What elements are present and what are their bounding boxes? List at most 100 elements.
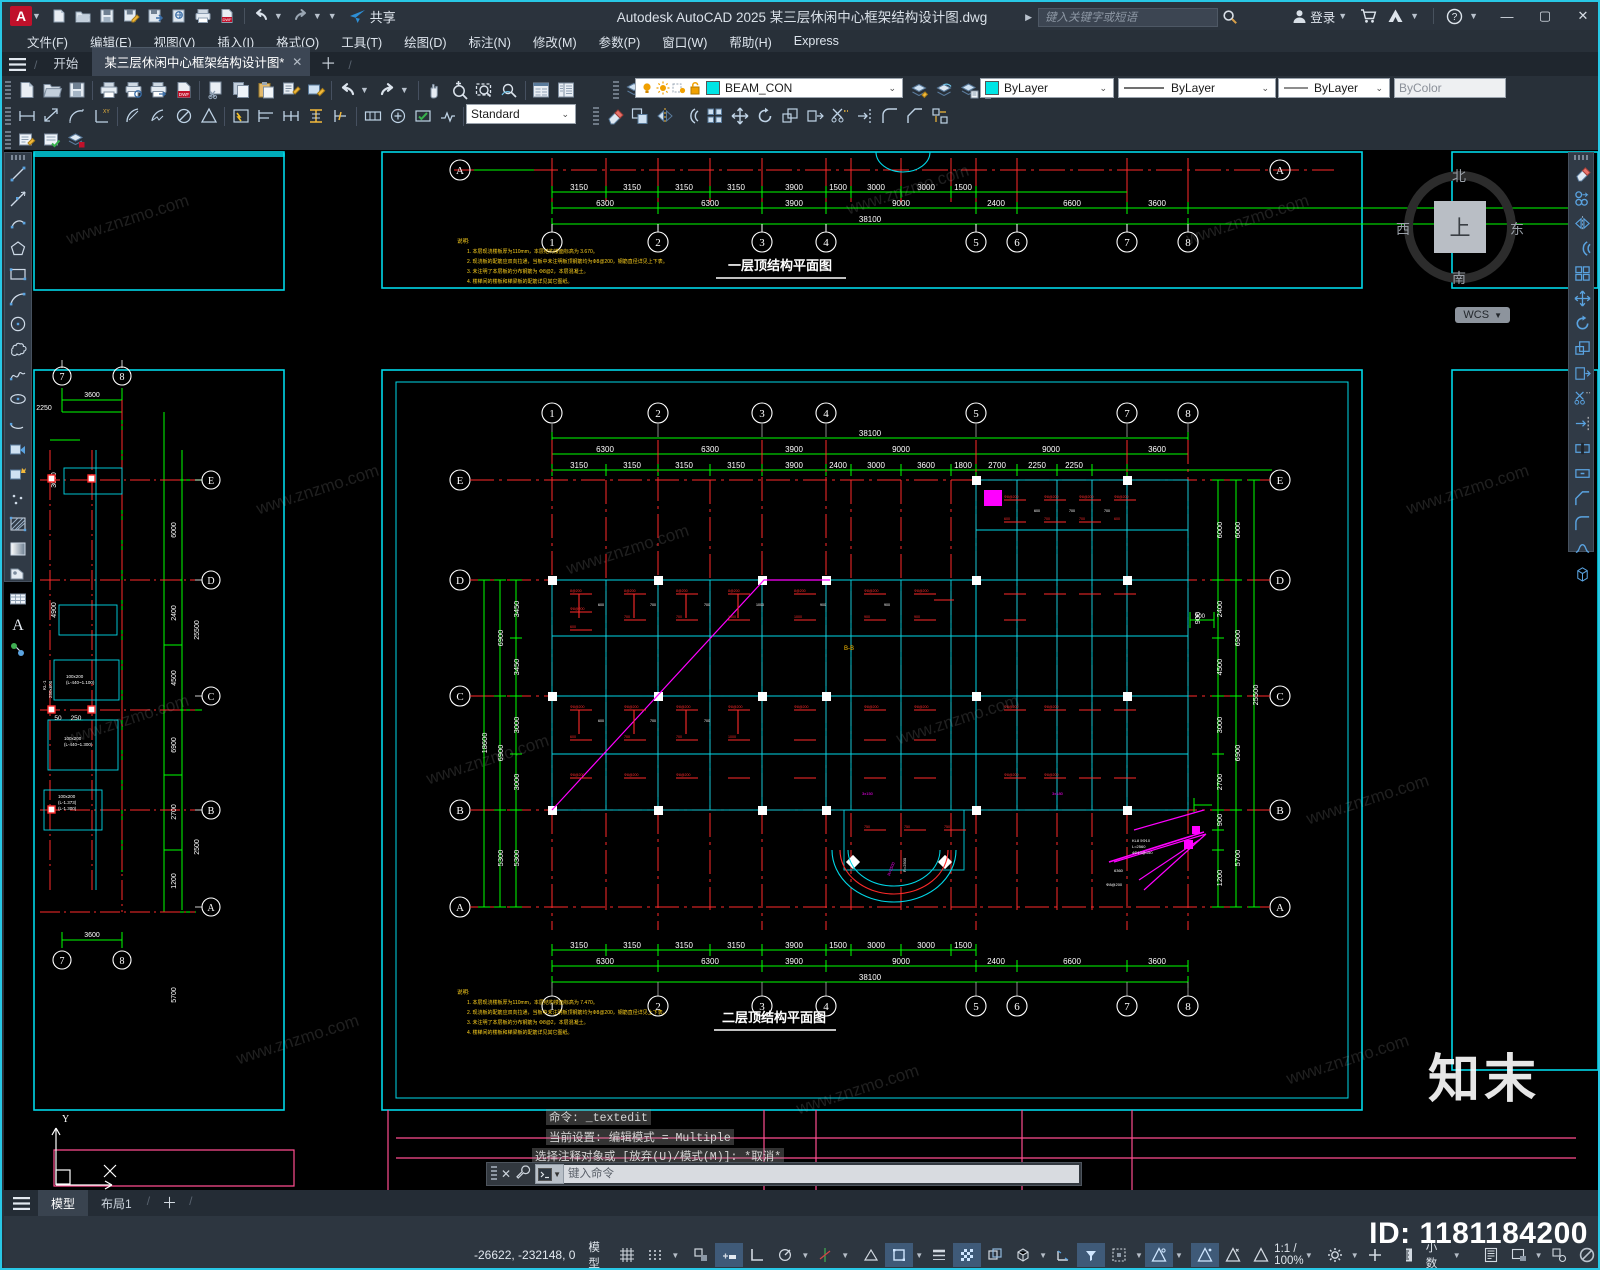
array-icon[interactable] xyxy=(1569,261,1595,286)
color-control-combo[interactable]: ByLayer ⌄ xyxy=(980,78,1114,98)
tolerance-icon[interactable] xyxy=(360,104,385,128)
layer-control-combo[interactable]: BEAM_CON ⌄ xyxy=(635,78,903,98)
new-tab-button[interactable]: ＋ xyxy=(310,50,346,76)
quick-dimension-icon[interactable] xyxy=(228,104,253,128)
rectangle-icon[interactable] xyxy=(5,261,31,286)
chamfer-icon[interactable] xyxy=(1569,486,1595,511)
account-chevron-icon[interactable]: ▼ xyxy=(1338,11,1347,21)
view-cube-west-label[interactable]: 西 xyxy=(1396,219,1410,239)
redo-icon[interactable] xyxy=(290,5,312,27)
undo-icon[interactable] xyxy=(335,78,360,102)
offset-icon[interactable] xyxy=(1569,236,1595,261)
line-icon[interactable] xyxy=(5,161,31,186)
redo-chevron-icon[interactable]: ▼ xyxy=(313,11,322,21)
snap-chevron-icon[interactable]: ▼ xyxy=(669,1251,681,1260)
annotation-chevron-icon[interactable]: ▼ xyxy=(1173,1251,1185,1260)
menu-modify[interactable]: 修改(M) xyxy=(522,30,588,53)
cart-icon[interactable] xyxy=(1357,5,1379,27)
space-indicator[interactable]: 模型 xyxy=(585,1242,613,1268)
search-input[interactable]: 键入关键字或短语 xyxy=(1038,7,1218,27)
undo-icon[interactable] xyxy=(251,5,273,27)
open-from-web-icon[interactable] xyxy=(168,5,190,27)
wrench-icon[interactable] xyxy=(516,1164,531,1184)
pan-icon[interactable] xyxy=(422,78,447,102)
dimjogline-icon[interactable] xyxy=(435,104,460,128)
dimdiameter-icon[interactable] xyxy=(171,104,196,128)
modify-toolbar-grip[interactable] xyxy=(593,107,599,125)
text-fit-icon[interactable] xyxy=(39,128,64,152)
dimbaseline-icon[interactable] xyxy=(253,104,278,128)
offset-icon[interactable] xyxy=(677,104,702,128)
view-cube[interactable]: 上 北 南 西 东 xyxy=(1396,166,1524,287)
cut-icon[interactable] xyxy=(203,78,228,102)
isolate-chevron-icon[interactable]: ▼ xyxy=(1533,1251,1545,1260)
make-object-layer-current-icon[interactable] xyxy=(907,78,932,102)
copy-icon[interactable] xyxy=(1569,186,1595,211)
dimspace-icon[interactable] xyxy=(303,104,328,128)
menu-draw[interactable]: 绘图(D) xyxy=(393,30,457,53)
dimangular-icon[interactable] xyxy=(196,104,221,128)
revision-cloud-icon[interactable] xyxy=(5,336,31,361)
ellipse-arc-icon[interactable] xyxy=(5,411,31,436)
iso-chevron-icon[interactable]: ▼ xyxy=(839,1251,851,1260)
table-icon[interactable] xyxy=(5,586,31,611)
explode-icon[interactable] xyxy=(1569,561,1595,586)
chevron-down-icon[interactable]: ⌄ xyxy=(559,109,571,120)
blend-curves-icon[interactable] xyxy=(1569,536,1595,561)
annotation-monitor-toggle[interactable] xyxy=(1247,1243,1275,1267)
help-icon[interactable]: ? xyxy=(1443,5,1465,27)
dynamic-ucs-toggle[interactable] xyxy=(1049,1243,1077,1267)
rotate-icon[interactable] xyxy=(752,104,777,128)
extend-icon[interactable] xyxy=(852,104,877,128)
chevron-down-icon[interactable]: ⌄ xyxy=(1259,83,1271,94)
dimarc-icon[interactable] xyxy=(64,104,89,128)
qnew-icon[interactable] xyxy=(14,78,39,102)
chevron-down-icon[interactable]: ⌄ xyxy=(1097,83,1109,94)
menu-parametric[interactable]: 参数(P) xyxy=(588,30,652,53)
save-as-icon[interactable] xyxy=(120,5,142,27)
mirror-icon[interactable] xyxy=(1569,211,1595,236)
view-cube-top-face[interactable]: 上 xyxy=(1434,201,1486,253)
new-layout-button[interactable]: ＋ xyxy=(152,1192,187,1215)
osnap-chevron-icon[interactable]: ▼ xyxy=(913,1251,925,1260)
text-edit-icon[interactable] xyxy=(14,128,39,152)
selection-cycling-toggle[interactable] xyxy=(981,1243,1009,1267)
new-file-icon[interactable] xyxy=(48,5,70,27)
break-icon[interactable] xyxy=(1569,436,1595,461)
share-button[interactable]: 共享 xyxy=(349,7,396,26)
chevron-down-icon[interactable]: ▼ xyxy=(553,1170,561,1179)
layers-toolbar-grip[interactable] xyxy=(613,81,619,99)
extend-icon[interactable] xyxy=(1569,411,1595,436)
fillet-icon[interactable] xyxy=(1569,511,1595,536)
design-center-icon[interactable] xyxy=(554,78,579,102)
autocad-a-icon[interactable]: A xyxy=(10,6,32,26)
dim-toolbar-grip[interactable] xyxy=(5,107,11,125)
undo-chevron-icon[interactable]: ▼ xyxy=(274,11,283,21)
region-icon[interactable] xyxy=(5,561,31,586)
join-icon[interactable] xyxy=(1569,461,1595,486)
dimcontinue-icon[interactable] xyxy=(278,104,303,128)
annotation-scale-toggle[interactable] xyxy=(1190,1243,1219,1267)
toolbar-grip[interactable] xyxy=(5,81,11,99)
stretch-icon[interactable] xyxy=(1569,361,1595,386)
properties-palette-icon[interactable] xyxy=(529,78,554,102)
gizmo-toggle[interactable] xyxy=(1105,1243,1133,1267)
zoom-previous-icon[interactable] xyxy=(497,78,522,102)
chamfer-icon[interactable] xyxy=(902,104,927,128)
center-mark-icon[interactable] xyxy=(385,104,410,128)
3d-osnap-toggle[interactable] xyxy=(1009,1243,1037,1267)
dimbreak-icon[interactable] xyxy=(328,104,353,128)
stretch-icon[interactable] xyxy=(802,104,827,128)
chevron-down-icon[interactable]: ▼ xyxy=(1494,311,1502,320)
osnap-toggle[interactable] xyxy=(885,1243,914,1267)
close-icon[interactable]: ✕ xyxy=(292,55,302,69)
maximize-button[interactable]: ▢ xyxy=(1526,2,1564,30)
open-icon[interactable] xyxy=(39,78,64,102)
view-cube-north-label[interactable]: 北 xyxy=(1452,166,1466,186)
tab-start[interactable]: 开始 xyxy=(39,49,92,76)
plot-icon[interactable] xyxy=(192,5,214,27)
insert-block-icon[interactable] xyxy=(5,436,31,461)
layout-menu-icon[interactable] xyxy=(4,1190,38,1216)
layer-states-icon[interactable] xyxy=(957,78,982,102)
point-icon[interactable] xyxy=(5,486,31,511)
